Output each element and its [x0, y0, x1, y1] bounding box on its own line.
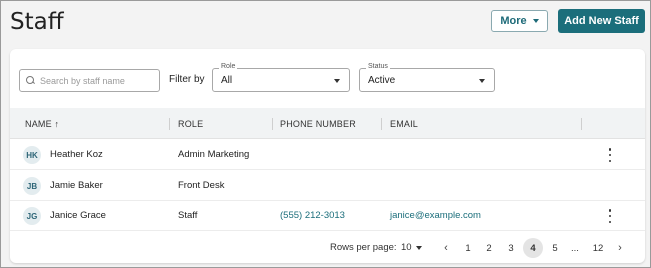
chevron-down-icon — [334, 79, 340, 83]
staff-role: Front Desk — [178, 180, 225, 191]
staff-role: Admin Marketing — [178, 149, 250, 160]
chevron-right-icon[interactable]: › — [610, 238, 630, 258]
staff-name: Jamie Baker — [50, 180, 103, 191]
column-header-name[interactable]: NAME ↑ — [25, 119, 59, 129]
page-button-3[interactable]: 3 — [501, 238, 521, 258]
page-button-4[interactable]: 4 — [523, 238, 543, 258]
pagination: Rows per page: 10 ‹ 1 2 3 4 5 ... 12 › — [10, 237, 645, 259]
table-row[interactable]: JB Jamie Baker Front Desk — [10, 171, 645, 201]
status-select[interactable]: Status Active — [359, 63, 495, 92]
chevron-down-icon — [479, 79, 485, 83]
column-header-role[interactable]: ROLE — [178, 119, 203, 129]
status-select-value: Active — [368, 75, 396, 86]
column-header-phone[interactable]: PHONE NUMBER — [280, 119, 356, 129]
more-vertical-icon[interactable] — [607, 209, 613, 223]
add-new-staff-button[interactable]: Add New Staff — [558, 9, 645, 33]
role-select-value: All — [221, 75, 233, 86]
table-row[interactable]: HK Heather Koz Admin Marketing — [10, 140, 645, 170]
column-divider — [581, 118, 582, 130]
chevron-down-icon — [532, 19, 539, 23]
page-button-12[interactable]: 12 — [588, 238, 608, 258]
page-button-1[interactable]: 1 — [458, 238, 478, 258]
rows-per-page-label: Rows per page: — [330, 242, 397, 253]
more-button[interactable]: More — [491, 10, 548, 32]
status-select-legend: Status — [366, 63, 390, 70]
staff-phone[interactable]: (555) 212-3013 — [280, 210, 345, 221]
avatar: HK — [23, 146, 41, 164]
chevron-down-icon[interactable] — [416, 246, 422, 250]
column-divider — [169, 118, 170, 130]
search-box[interactable] — [19, 69, 160, 92]
column-divider — [381, 118, 382, 130]
search-icon — [26, 76, 35, 85]
role-select[interactable]: Role All — [212, 63, 350, 92]
page-ellipsis: ... — [571, 242, 579, 254]
column-header-email[interactable]: EMAIL — [390, 119, 418, 129]
page-title: Staff — [10, 9, 64, 35]
staff-name: Heather Koz — [50, 149, 103, 160]
table-row[interactable]: JG Janice Grace Staff (555) 212-3013 jan… — [10, 201, 645, 231]
avatar: JG — [23, 207, 41, 225]
staff-email[interactable]: janice@example.com — [390, 210, 481, 221]
column-divider — [272, 118, 273, 130]
filter-by-label: Filter by — [169, 74, 205, 85]
more-vertical-icon[interactable] — [607, 148, 613, 162]
page-button-2[interactable]: 2 — [479, 238, 499, 258]
search-input[interactable] — [40, 75, 155, 86]
table-header: NAME ↑ ROLE PHONE NUMBER EMAIL — [10, 108, 645, 139]
role-select-legend: Role — [219, 63, 238, 70]
page-button-5[interactable]: 5 — [545, 238, 565, 258]
chevron-left-icon[interactable]: ‹ — [436, 238, 456, 258]
staff-card: Filter by Role All Status Active NAME ↑ … — [10, 49, 645, 263]
avatar: JB — [23, 177, 41, 195]
rows-per-page-select[interactable]: 10 — [401, 242, 412, 253]
staff-role: Staff — [178, 210, 198, 221]
more-button-label: More — [500, 15, 527, 27]
staff-name: Janice Grace — [50, 210, 106, 221]
